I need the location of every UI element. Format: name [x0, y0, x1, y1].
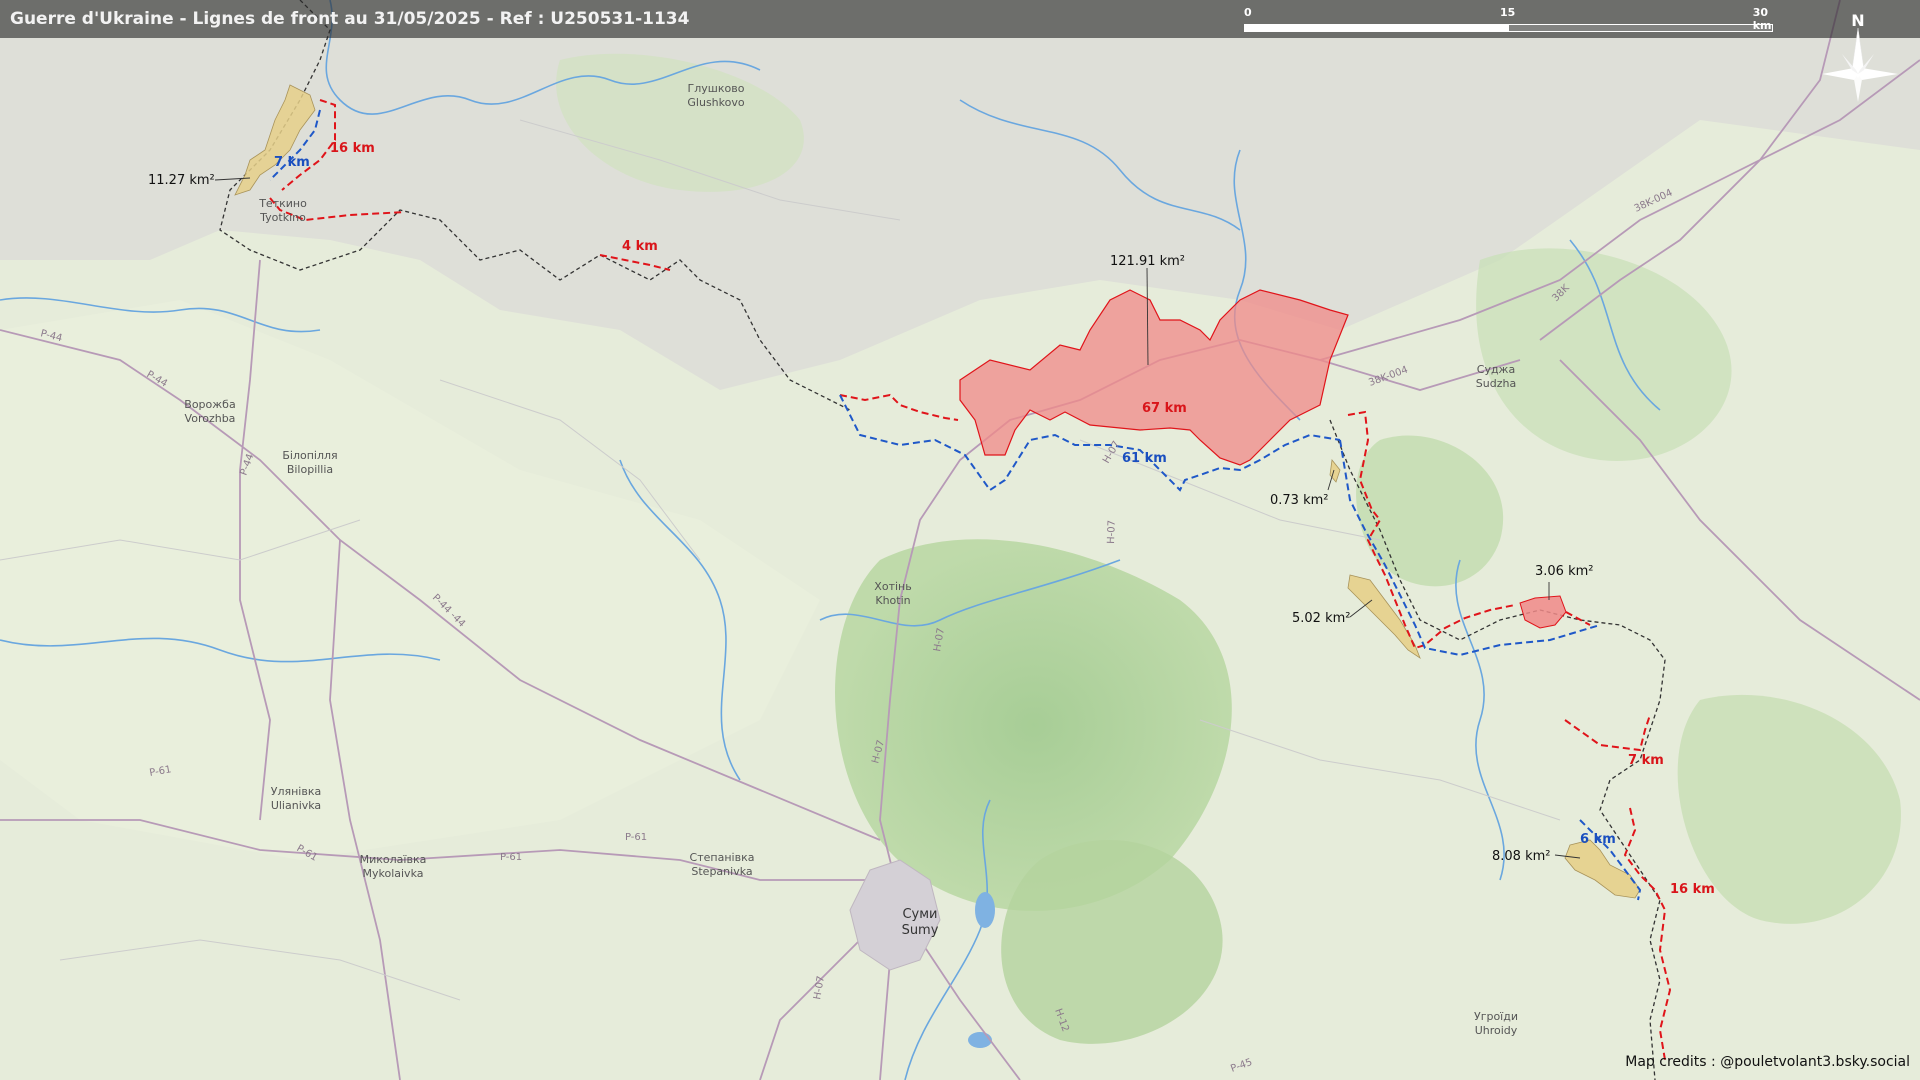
place-sudzha-latin: Sudzha: [1476, 377, 1516, 390]
area-label-3[interactable]: 3.06 km²: [1535, 564, 1593, 579]
place-mykolaivka-latin: Mykolaivka: [363, 867, 424, 880]
place-sumy: Суми: [902, 907, 937, 922]
area-label-11[interactable]: 11.27 km²: [148, 173, 215, 188]
road-label: H-07: [1106, 520, 1118, 544]
map-title: Guerre d'Ukraine - Lignes de front au 31…: [10, 9, 690, 29]
place-stepanivka-latin: Stepanivka: [691, 865, 752, 878]
place-glushkovo-latin: Glushkovo: [687, 96, 744, 109]
scale-label-0: 0: [1244, 6, 1252, 19]
place-glushkovo: Глушково: [688, 82, 745, 95]
place-sudzha: Суджа: [1477, 363, 1515, 376]
place-sumy-latin: Sumy: [902, 923, 939, 938]
north-label: N: [1851, 11, 1864, 30]
place-uhroidy-latin: Uhroidy: [1475, 1024, 1518, 1037]
place-ulianivka: Улянівка: [271, 785, 321, 798]
place-tyotkino: Теткино: [258, 197, 307, 210]
area-label-0-7[interactable]: 0.73 km²: [1270, 493, 1328, 508]
place-khotin-latin: Khotin: [875, 594, 910, 607]
place-bilopillia: Білопілля: [282, 449, 337, 462]
road-label: P-61: [625, 832, 647, 843]
place-tyotkino-latin: Tyotkino: [259, 211, 306, 224]
distance-red-7km: 7 km: [1628, 753, 1664, 768]
scale-bar: 0 15 30 km: [1244, 4, 1774, 34]
scale-segment-1: [1244, 24, 1508, 32]
distance-red-4km: 4 km: [622, 239, 658, 254]
area-label-5[interactable]: 5.02 km²: [1292, 611, 1350, 626]
map-stage[interactable]: Глушково Glushkovo Теткино Tyotkino Воро…: [0, 0, 1920, 1080]
area-label-121[interactable]: 121.91 km²: [1110, 254, 1185, 269]
scale-segment-2: [1508, 24, 1773, 32]
distance-blue-61km: 61 km: [1122, 451, 1167, 466]
place-bilopillia-latin: Bilopillia: [287, 463, 333, 476]
place-stepanivka: Степанівка: [690, 851, 755, 864]
map-canvas[interactable]: Глушково Glushkovo Теткино Tyotkino Воро…: [0, 0, 1920, 1080]
map-credits: Map credits : @pouletvolant3.bsky.social: [1625, 1054, 1910, 1070]
scale-label-15: 15: [1500, 6, 1516, 19]
place-uhroidy: Угроїди: [1474, 1010, 1518, 1023]
place-mykolaivka: Миколаївка: [360, 853, 427, 866]
distance-red-16km-se: 16 km: [1670, 882, 1715, 897]
lake-south: [968, 1032, 992, 1048]
north-arrow-icon: N: [1822, 11, 1898, 102]
distance-red-67km: 67 km: [1142, 401, 1187, 416]
distance-blue-6km: 6 km: [1580, 832, 1616, 847]
distance-blue-7km: 7 km: [274, 155, 310, 170]
area-label-8[interactable]: 8.08 km²: [1492, 849, 1550, 864]
place-vorozhba: Ворожба: [184, 398, 235, 411]
distance-red-16km-nw: 16 km: [330, 141, 375, 156]
place-vorozhba-latin: Vorozhba: [185, 412, 236, 425]
title-bar: Guerre d'Ukraine - Lignes de front au 31…: [0, 0, 1920, 38]
place-khotin: Хотінь: [874, 580, 911, 593]
place-ulianivka-latin: Ulianivka: [271, 799, 321, 812]
road-label: P-61: [500, 852, 522, 863]
lake: [975, 892, 995, 928]
